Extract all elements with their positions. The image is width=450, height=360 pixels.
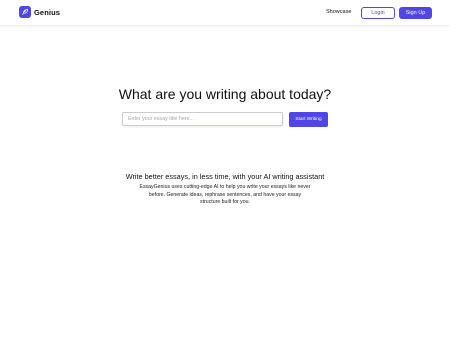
description-text: EssayGenius uses cutting-edge AI to help… <box>139 184 311 206</box>
showcase-link[interactable]: Showcase <box>326 9 351 15</box>
feather-icon <box>19 6 31 18</box>
essay-title-input[interactable] <box>122 112 283 126</box>
page: Genius Showcase Login Sign Up What are y… <box>0 0 450 360</box>
page-headline: What are you writing about today? <box>118 86 332 102</box>
top-navbar: Genius Showcase Login Sign Up <box>0 0 450 25</box>
brand-name: Genius <box>34 7 61 17</box>
brand[interactable]: Genius <box>19 6 60 18</box>
start-writing-button[interactable]: Start Writing <box>289 112 328 127</box>
tagline: Write better essays, in less time, with … <box>125 172 325 181</box>
sign-up-button[interactable]: Sign Up <box>399 7 432 19</box>
login-button[interactable]: Login <box>361 7 395 19</box>
